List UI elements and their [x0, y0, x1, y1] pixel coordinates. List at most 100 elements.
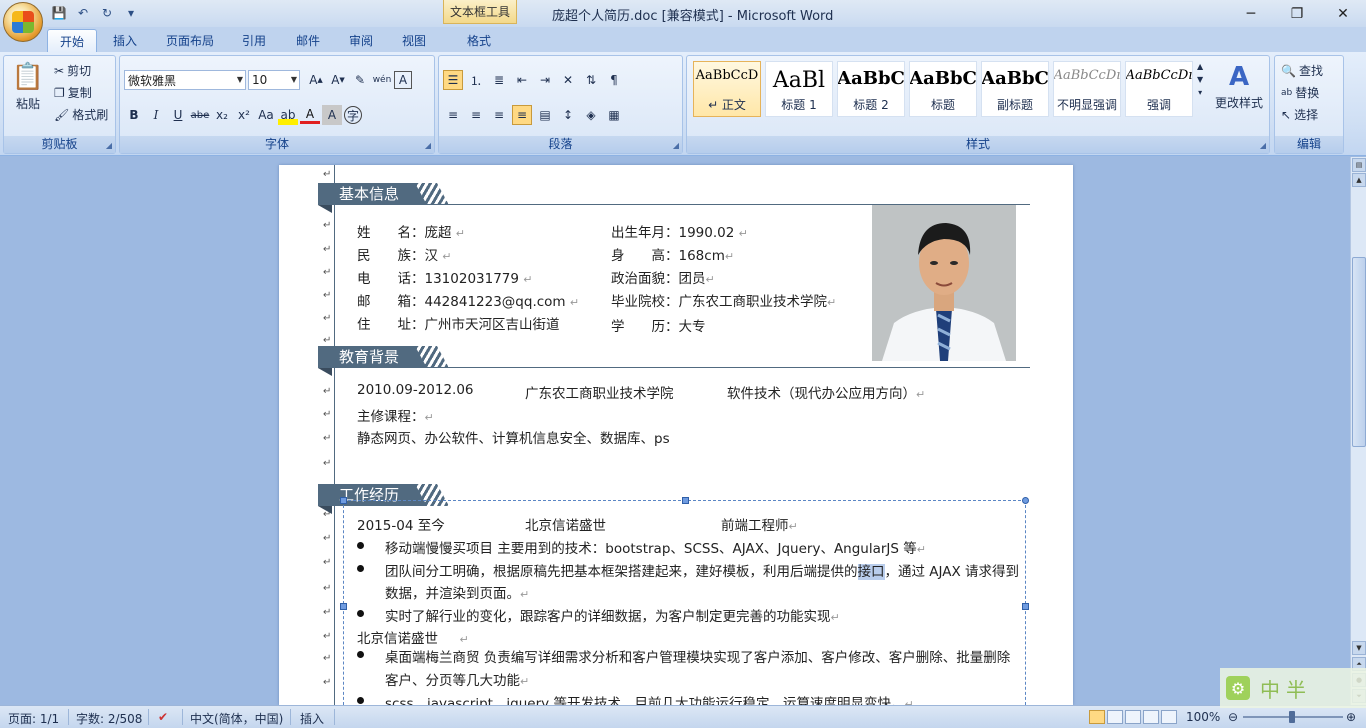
style-normal[interactable]: AaBbCcD ↵ 正文	[693, 61, 761, 117]
word-count[interactable]: 字数: 2/508	[76, 710, 142, 727]
font-size-select[interactable]: 10 ▼	[248, 70, 300, 90]
align-right-icon[interactable]: ≡	[489, 105, 509, 125]
replace-button[interactable]: ab 替换	[1281, 84, 1319, 101]
increase-indent-icon[interactable]: ⇥	[535, 70, 555, 90]
show-marks-icon[interactable]: ¶	[604, 70, 624, 90]
style-title[interactable]: AaBbC 标题	[909, 61, 977, 117]
paste-button[interactable]: 📋 粘贴	[12, 62, 44, 112]
multilevel-list-icon[interactable]: ≣	[489, 70, 509, 90]
resize-handle[interactable]	[340, 603, 347, 610]
decrease-indent-icon[interactable]: ⇤	[512, 70, 532, 90]
resize-handle[interactable]	[1022, 603, 1029, 610]
vertical-scrollbar[interactable]: ▤ ▲ ▼ ⏶ ● ⏷	[1350, 157, 1366, 705]
style-heading-1[interactable]: AaBl 标题 1	[765, 61, 833, 117]
clipboard-launcher-icon[interactable]: ◢	[106, 141, 112, 150]
tab-home[interactable]: 开始	[47, 29, 97, 52]
paragraph-launcher-icon[interactable]: ◢	[673, 141, 679, 150]
customize-qat-icon[interactable]: ▾	[122, 5, 140, 21]
tab-insert[interactable]: 插入	[103, 29, 147, 52]
scroll-thumb[interactable]	[1352, 257, 1366, 447]
grow-font-icon[interactable]: A ▲	[306, 70, 326, 90]
tab-references[interactable]: 引用	[232, 29, 276, 52]
cut-button[interactable]: ✂ 剪切	[54, 62, 91, 79]
zoom-out-icon[interactable]: ⊖	[1228, 710, 1238, 724]
zoom-level[interactable]: 100%	[1186, 710, 1220, 724]
find-button[interactable]: 🔍 查找	[1281, 62, 1323, 79]
phonetic-guide-icon[interactable]: wén	[372, 70, 392, 90]
document-page[interactable]: ↵ ↵ ↵ ↵ ↵ ↵ ↵ ↵ ↵ ↵ ↵ ↵ ↵ ↵ ↵ ↵ ↵ ↵ ↵ ↵ …	[279, 165, 1073, 705]
proofing-icon[interactable]: ✔	[158, 710, 168, 724]
maximize-button[interactable]: ❐	[1274, 0, 1320, 27]
clear-format-icon[interactable]: ✎	[350, 70, 370, 90]
bold-icon[interactable]: B	[124, 105, 144, 125]
full-screen-reading-icon[interactable]	[1107, 710, 1123, 724]
more-styles-icon[interactable]: ▾	[1198, 88, 1202, 97]
insert-mode[interactable]: 插入	[300, 710, 324, 727]
ruler-toggle-icon[interactable]: ▤	[1352, 158, 1366, 172]
shrink-font-icon[interactable]: A ▼	[328, 70, 348, 90]
language[interactable]: 中文(简体，中国)	[190, 710, 283, 727]
redo-icon[interactable]: ↻	[98, 5, 116, 21]
style-heading-2[interactable]: AaBbC 标题 2	[837, 61, 905, 117]
strikethrough-icon[interactable]: abe	[190, 105, 210, 125]
info-school: 毕业院校：广东农工商职业技术学院↵	[611, 294, 837, 310]
save-icon[interactable]: 💾	[50, 5, 68, 21]
justify-icon[interactable]: ≡	[512, 105, 532, 125]
char-shading-icon[interactable]: A	[322, 105, 342, 125]
undo-icon[interactable]: ↶	[74, 5, 92, 21]
outline-view-icon[interactable]	[1143, 710, 1159, 724]
underline-icon[interactable]: U	[168, 105, 188, 125]
profile-photo[interactable]	[872, 205, 1016, 361]
scroll-down-icon[interactable]: ▼	[1197, 75, 1203, 84]
font-name-select[interactable]: 微软雅黑 ▼	[124, 70, 246, 90]
change-styles-button[interactable]: A 更改样式	[1215, 62, 1263, 111]
char-border-icon[interactable]: A	[394, 71, 412, 89]
office-button[interactable]	[3, 2, 43, 42]
line-spacing-icon[interactable]: ↕	[558, 105, 578, 125]
numbering-icon[interactable]: ⒈	[466, 70, 486, 90]
select-button[interactable]: ↖ 选择	[1281, 106, 1318, 123]
style-subtitle[interactable]: AaBbC 副标题	[981, 61, 1049, 117]
superscript-icon[interactable]: x²	[234, 105, 254, 125]
zoom-slider-thumb[interactable]	[1289, 711, 1295, 723]
tab-page-layout[interactable]: 页面布局	[158, 29, 222, 52]
page-count[interactable]: 页面: 1/1	[8, 710, 59, 727]
format-painter-button[interactable]: 🖌 格式刷	[54, 106, 108, 123]
minimize-button[interactable]: ─	[1228, 0, 1274, 27]
font-color-icon[interactable]: A	[300, 106, 320, 124]
tab-review[interactable]: 审阅	[339, 29, 383, 52]
style-emphasis[interactable]: AaBbCcDı 强调	[1125, 61, 1193, 117]
zoom-in-icon[interactable]: ⊕	[1346, 710, 1356, 724]
web-layout-icon[interactable]	[1125, 710, 1141, 724]
tab-format[interactable]: 格式	[457, 29, 501, 52]
scroll-up-icon[interactable]: ▲	[1197, 62, 1203, 71]
selected-text[interactable]: 接口	[857, 564, 885, 580]
resize-handle[interactable]	[340, 497, 347, 504]
change-case-icon[interactable]: Aa	[256, 105, 276, 125]
distributed-icon[interactable]: ▤	[535, 105, 555, 125]
tab-mailings[interactable]: 邮件	[286, 29, 330, 52]
bullets-icon[interactable]: ☰	[443, 70, 463, 90]
font-launcher-icon[interactable]: ◢	[425, 141, 431, 150]
shading-icon[interactable]: ◈	[581, 105, 601, 125]
copy-button[interactable]: ❐ 复制	[54, 84, 92, 101]
borders-icon[interactable]: ▦	[604, 105, 624, 125]
scroll-down-icon[interactable]: ▼	[1352, 641, 1366, 655]
sort-icon[interactable]: ⇅	[581, 70, 601, 90]
enclose-char-icon[interactable]: 字	[344, 106, 362, 124]
italic-icon[interactable]: I	[146, 105, 166, 125]
draft-view-icon[interactable]	[1161, 710, 1177, 724]
subscript-icon[interactable]: x₂	[212, 105, 232, 125]
highlight-icon[interactable]: ab	[278, 105, 298, 125]
align-left-icon[interactable]: ≡	[443, 105, 463, 125]
print-layout-view-icon[interactable]	[1089, 710, 1105, 724]
resize-handle[interactable]	[1022, 497, 1029, 504]
align-center-icon[interactable]: ≡	[466, 105, 486, 125]
chinese-layout-icon[interactable]: ✕	[558, 70, 578, 90]
scroll-up-icon[interactable]: ▲	[1352, 173, 1366, 187]
resize-handle[interactable]	[682, 497, 689, 504]
style-subtle-emphasis[interactable]: AaBbCcDı 不明显强调	[1053, 61, 1121, 117]
tab-view[interactable]: 视图	[392, 29, 436, 52]
close-button[interactable]: ✕	[1320, 0, 1366, 27]
styles-launcher-icon[interactable]: ◢	[1260, 141, 1266, 150]
